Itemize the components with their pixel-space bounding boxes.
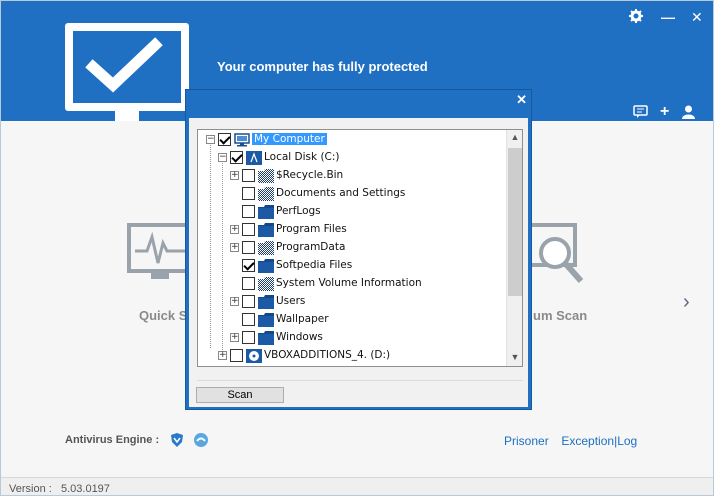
user-icon[interactable]	[681, 105, 696, 122]
minimize-button[interactable]: —	[661, 9, 675, 25]
tree-item-label: My Computer	[252, 133, 327, 145]
tree-item-checkbox[interactable]	[242, 223, 255, 236]
status-title: Your computer has fully protected	[217, 59, 428, 74]
collapse-icon[interactable]: −	[206, 135, 215, 144]
tree-item[interactable]: + ProgramData	[198, 239, 504, 257]
expand-icon[interactable]: +	[230, 171, 239, 180]
version-label: Version :	[9, 483, 52, 495]
tree-item-checkbox[interactable]	[242, 331, 255, 344]
drive-icon	[246, 151, 262, 165]
folder-tree[interactable]: ▲ ▼ − My Computer − Local Disk (C:) + $Recycl…	[197, 129, 523, 367]
cd-drive-icon	[246, 349, 262, 363]
tree-item-checkbox[interactable]	[242, 205, 255, 218]
close-button[interactable]: ✕	[691, 9, 703, 25]
tree-item[interactable]: + Program Files	[198, 221, 504, 239]
custom-scan-label[interactable]: um Scan	[533, 308, 587, 323]
computer-icon	[234, 133, 250, 147]
log-link[interactable]: Log	[617, 434, 637, 448]
tree-item-checkbox[interactable]	[242, 169, 255, 182]
tree-item-label: Users	[276, 295, 306, 307]
dialog-close-button[interactable]: ✕	[516, 92, 527, 108]
expand-icon[interactable]: +	[230, 225, 239, 234]
tree-item-label: Documents and Settings	[276, 187, 406, 199]
tree-item[interactable]: + Users	[198, 293, 504, 311]
folder-icon	[258, 331, 274, 345]
tree-item-label: ProgramData	[276, 241, 346, 253]
next-chevron-icon[interactable]: ›	[683, 291, 690, 314]
tree-item-label: $Recycle.Bin	[276, 169, 344, 181]
folder-icon	[258, 295, 274, 309]
expand-icon[interactable]: +	[230, 297, 239, 306]
tree-item[interactable]: + $Recycle.Bin	[198, 167, 504, 185]
tree-item-label: Wallpaper	[276, 313, 329, 325]
expand-icon[interactable]: +	[218, 351, 227, 360]
tree-item-checkbox[interactable]	[242, 313, 255, 326]
gear-icon[interactable]	[629, 9, 643, 26]
tree-item-label: Softpedia Files	[276, 259, 353, 271]
tree-item-checkbox[interactable]	[242, 259, 255, 272]
dialog-divider	[197, 380, 523, 381]
tree-item-label: Program Files	[276, 223, 347, 235]
version-text: Version : 5.03.0197	[9, 483, 110, 495]
tree-item-label: Windows	[276, 331, 323, 343]
chat-icon[interactable]	[633, 105, 649, 122]
scroll-down-arrow-icon[interactable]: ▼	[510, 352, 520, 362]
collapse-icon[interactable]: −	[218, 153, 227, 162]
tree-item-checkbox[interactable]	[230, 151, 243, 164]
folder-hatched-icon	[258, 241, 274, 255]
tree-item-checkbox[interactable]	[230, 349, 243, 362]
tree-item-checkbox[interactable]	[218, 133, 231, 146]
antivirus-engine-label: Antivirus Engine :	[65, 434, 160, 446]
tree-item-checkbox[interactable]	[242, 277, 255, 290]
main-window: Your computer has fully protected — ✕ + …	[0, 0, 714, 496]
tree-item[interactable]: PerfLogs	[198, 203, 504, 221]
tree-item-label: System Volume Information	[276, 277, 422, 289]
version-value: 5.03.0197	[60, 483, 110, 495]
custom-scan-dialog: ✕ ▲ ▼ − My Computer − Local Disk (C:) + $Recy…	[185, 89, 532, 410]
tree-item-label: Local Disk (C:)	[264, 151, 340, 163]
tree-item-checkbox[interactable]	[242, 241, 255, 254]
dialog-body: ▲ ▼ − My Computer − Local Disk (C:) + $Recycl…	[189, 118, 528, 407]
tree-item-label: PerfLogs	[276, 205, 321, 217]
engine-cloud-icon	[194, 433, 208, 447]
tree-item-checkbox[interactable]	[242, 295, 255, 308]
tree-item[interactable]: Softpedia Files	[198, 257, 504, 275]
folder-hatched-icon	[258, 187, 274, 201]
folder-icon	[258, 313, 274, 327]
expand-icon[interactable]: +	[230, 243, 239, 252]
prisoner-link[interactable]: Prisoner	[504, 434, 549, 448]
scrollbar-thumb[interactable]	[508, 148, 522, 296]
tree-item-checkbox[interactable]	[242, 187, 255, 200]
tree-item[interactable]: − My Computer	[198, 131, 504, 149]
tree-scrollbar[interactable]: ▲ ▼	[506, 130, 522, 366]
tree-item[interactable]: − Local Disk (C:)	[198, 149, 504, 167]
scroll-up-arrow-icon[interactable]: ▲	[510, 132, 520, 142]
add-icon[interactable]: +	[660, 103, 669, 121]
bottom-links: Prisoner Exception|Log	[504, 434, 637, 448]
tree-item-label: VBOXADDITIONS_4. (D:)	[264, 349, 391, 361]
expand-icon[interactable]: +	[230, 333, 239, 342]
engine-shield-icon	[171, 433, 183, 447]
tree-item[interactable]: Documents and Settings	[198, 185, 504, 203]
tree-item[interactable]: System Volume Information	[198, 275, 504, 293]
folder-hatched-icon	[258, 169, 274, 183]
tree-item[interactable]: + VBOXADDITIONS_4. (D:)	[198, 347, 504, 365]
tree-item[interactable]: + Windows	[198, 329, 504, 347]
scan-button[interactable]: Scan	[196, 387, 284, 403]
folder-icon	[258, 259, 274, 273]
tree-item[interactable]: Wallpaper	[198, 311, 504, 329]
folder-icon	[258, 223, 274, 237]
exception-link[interactable]: Exception	[561, 434, 614, 448]
folder-hatched-icon	[258, 277, 274, 291]
folder-icon	[258, 205, 274, 219]
